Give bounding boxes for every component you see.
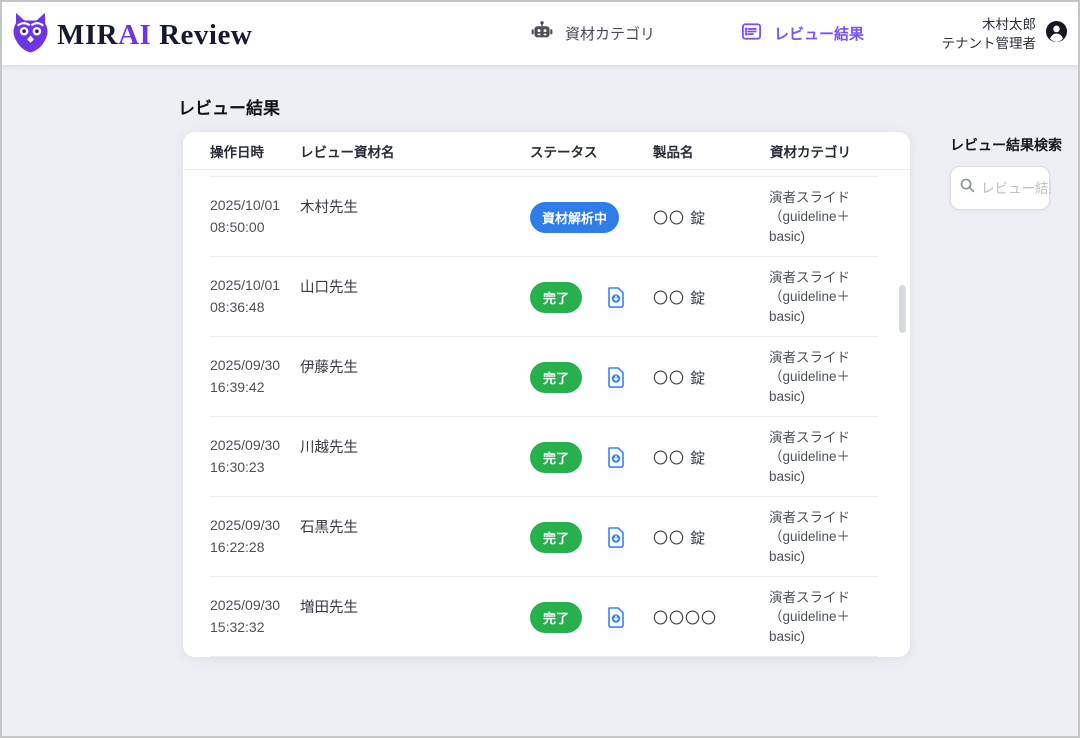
row-material-category: 演者スライド （guideline＋ basic) (769, 428, 889, 487)
file-download-icon[interactable] (606, 606, 626, 629)
row-product-name: 〇〇 錠 (653, 367, 769, 388)
top-bar: MIRAI Review 資材カテゴリ (2, 2, 1078, 65)
table-row[interactable]: 2025/10/0108:36:48 山口先生 完了 〇〇 錠 演者スライド （… (183, 257, 910, 337)
list-icon (740, 20, 763, 47)
row-product-name: 〇〇 錠 (653, 287, 769, 308)
user-menu[interactable]: 木村太郎 テナント管理者 (942, 2, 1069, 65)
brand-logo[interactable]: MIRAI Review (10, 11, 252, 59)
row-operation-datetime: 2025/09/3016:30:23 (210, 417, 300, 497)
user-name: 木村太郎 (942, 15, 1037, 34)
table-row[interactable]: 2025/09/3016:22:28 石黒先生 完了 〇〇 錠 演者スライド （… (183, 497, 910, 577)
col-header-category: 資材カテゴリ (770, 141, 890, 161)
row-status: 完了 (530, 362, 606, 393)
row-status: 完了 (530, 522, 606, 553)
table-row[interactable]: 2025/09/3016:39:42 伊藤先生 完了 〇〇 錠 演者スライド （… (183, 337, 910, 417)
row-material-category: 演者スライド （guideline＋ basic) (769, 508, 889, 567)
file-download-icon[interactable] (606, 206, 626, 229)
row-product-name: 〇〇 錠 (653, 447, 769, 468)
status-badge: 完了 (530, 442, 582, 473)
row-material-name: 川越先生 (300, 417, 530, 497)
row-status: 完了 (530, 602, 606, 633)
file-download-icon[interactable] (606, 366, 626, 389)
nav-material-category[interactable]: 資材カテゴリ (530, 2, 655, 65)
robot-icon (530, 20, 554, 48)
file-download-icon[interactable] (606, 526, 626, 549)
magnifier-icon (959, 177, 976, 199)
row-product-name: 〇〇 錠 (653, 527, 769, 548)
file-download-icon[interactable] (606, 446, 626, 469)
row-status: 完了 (530, 442, 606, 473)
row-product-name: 〇〇 錠 (653, 207, 769, 228)
user-info: 木村太郎 テナント管理者 (942, 15, 1037, 53)
page-title: レビュー結果 (178, 94, 280, 119)
user-role: テナント管理者 (942, 34, 1037, 53)
row-material-category: 演者スライド （guideline＋ basic) (769, 188, 889, 247)
download-cell (606, 446, 653, 469)
download-cell (606, 366, 653, 389)
row-operation-datetime: 2025/10/0108:50:00 (210, 177, 300, 257)
search-panel-label: レビュー結果検索 (950, 135, 1062, 155)
col-header-status: ステータス (530, 141, 653, 161)
row-material-category: 演者スライド （guideline＋ basic) (769, 348, 889, 407)
row-material-name: 石黒先生 (300, 497, 530, 577)
row-material-category: 演者スライド （guideline＋ basic) (769, 268, 889, 327)
search-input[interactable] (981, 181, 1051, 196)
download-cell (606, 606, 653, 629)
row-status: 資材解析中 (530, 202, 606, 233)
table-row[interactable]: 2025/09/3015:32:32 増田先生 完了 〇〇〇〇 演者スライド （… (183, 577, 910, 657)
row-material-name: 伊藤先生 (300, 337, 530, 417)
status-badge: 完了 (530, 282, 582, 313)
nav-material-category-label: 資材カテゴリ (565, 23, 655, 44)
row-operation-datetime: 2025/09/3016:39:42 (210, 337, 300, 417)
owl-icon (10, 11, 51, 59)
status-badge: 完了 (530, 602, 582, 633)
app-window: MIRAI Review 資材カテゴリ (0, 0, 1080, 738)
review-results-card: 操作日時 レビュー資材名 ステータス 製品名 資材カテゴリ 2025/10/01… (183, 132, 910, 657)
table-row[interactable]: 2025/09/3016:30:23 川越先生 完了 〇〇 錠 演者スライド （… (183, 417, 910, 497)
col-header-name: レビュー資材名 (300, 141, 530, 161)
download-cell (606, 526, 653, 549)
col-header-date: 操作日時 (210, 141, 300, 161)
scrolled-row-remnant (183, 170, 910, 177)
table-rows: 2025/10/0108:50:00 木村先生 資材解析中 〇〇 錠 演者スライ… (183, 170, 910, 657)
brand-name: MIRAI Review (57, 19, 252, 52)
row-material-name: 山口先生 (300, 257, 530, 337)
row-product-name: 〇〇〇〇 (653, 607, 769, 628)
nav-review-results-label: レビュー結果 (774, 23, 864, 44)
person-avatar-icon[interactable] (1045, 20, 1068, 48)
table-header: 操作日時 レビュー資材名 ステータス 製品名 資材カテゴリ (183, 132, 910, 170)
file-download-icon[interactable] (606, 286, 626, 309)
status-badge: 完了 (530, 522, 582, 553)
search-box[interactable] (950, 166, 1050, 210)
table-scrollbar[interactable] (899, 285, 906, 333)
row-operation-datetime: 2025/10/0108:36:48 (210, 257, 300, 337)
download-cell (606, 286, 653, 309)
row-operation-datetime: 2025/09/3016:22:28 (210, 497, 300, 577)
col-header-product: 製品名 (653, 141, 770, 161)
download-cell (606, 206, 653, 229)
row-status: 完了 (530, 282, 606, 313)
table-row[interactable]: 2025/10/0108:50:00 木村先生 資材解析中 〇〇 錠 演者スライ… (183, 177, 910, 257)
row-material-name: 木村先生 (300, 177, 530, 257)
nav-review-results[interactable]: レビュー結果 (740, 2, 864, 65)
row-material-name: 増田先生 (300, 577, 530, 657)
status-badge: 完了 (530, 362, 582, 393)
row-material-category: 演者スライド （guideline＋ basic) (769, 588, 889, 647)
row-operation-datetime: 2025/09/3015:32:32 (210, 577, 300, 657)
